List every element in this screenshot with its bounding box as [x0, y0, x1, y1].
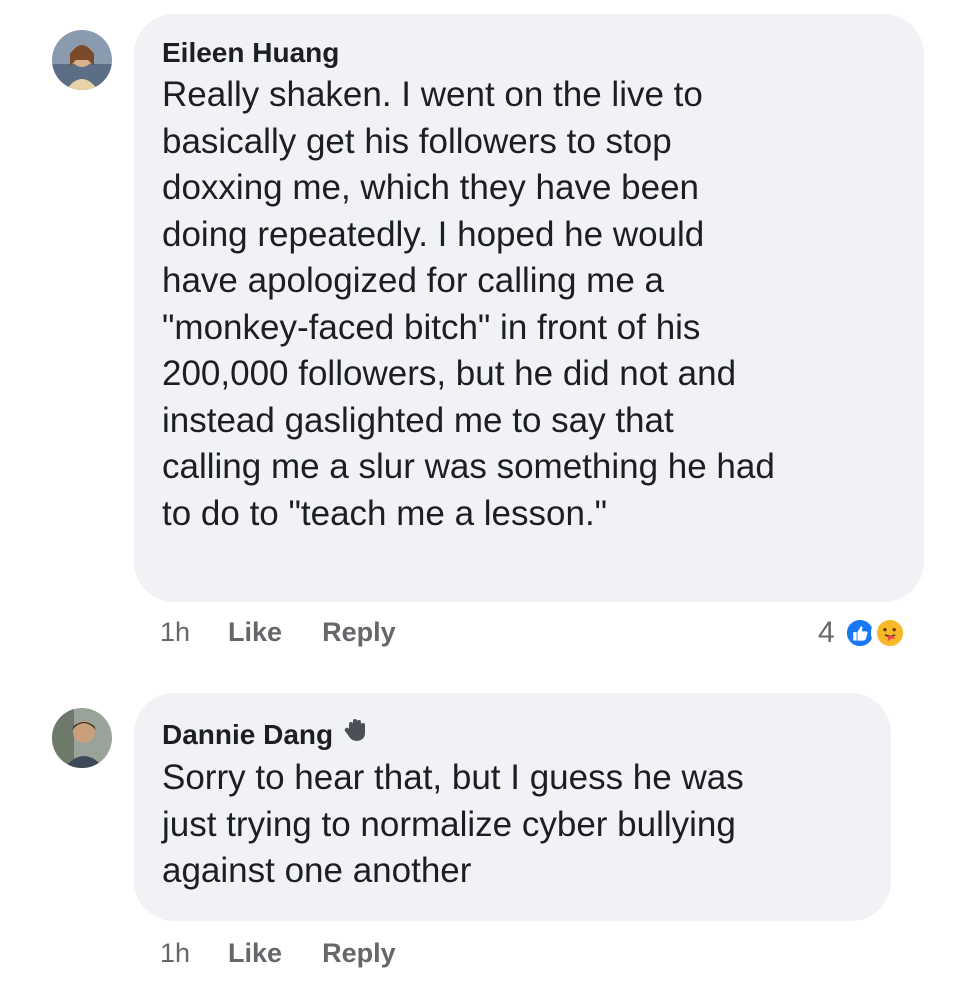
avatar-photo-icon: [52, 30, 112, 90]
comment-author[interactable]: Eileen Huang: [162, 36, 894, 70]
reaction-icons: [840, 614, 909, 652]
care-reaction-icon: [870, 614, 909, 652]
comment-text-line: calling me a slur was something he had: [162, 447, 775, 486]
author-name[interactable]: Eileen Huang: [162, 36, 339, 70]
comment-timestamp[interactable]: 1h: [160, 938, 190, 969]
comment-text-line: have apologized for calling me a: [162, 261, 664, 300]
comment-text: Sorry to hear that, but I guess he was j…: [162, 755, 861, 895]
comment-actions: 1h Like Reply: [160, 617, 436, 648]
reaction-summary[interactable]: 4: [818, 614, 909, 652]
comment-text-line: Sorry to hear that, but I guess he was: [162, 758, 744, 797]
comment-text-line: against one another: [162, 851, 472, 890]
comment-bubble: Dannie Dang Sorry to hear that, but I gu…: [134, 693, 891, 921]
comment-text-line: to do to "teach me a lesson.": [162, 493, 608, 533]
raised-hand-icon: [343, 717, 371, 753]
like-button[interactable]: Like: [228, 617, 282, 648]
comment-text-line: just trying to normalize cyber bullying: [162, 804, 736, 844]
comment-text: Really shaken. I went on the live to bas…: [162, 72, 894, 537]
author-name[interactable]: Dannie Dang: [162, 718, 333, 752]
avatar-photo-icon: [52, 708, 112, 768]
reply-button[interactable]: Reply: [322, 938, 396, 969]
comment-text-line: 200,000 followers, but he did not and: [162, 354, 737, 393]
comment-actions: 1h Like Reply: [160, 938, 436, 969]
reply-button[interactable]: Reply: [322, 617, 396, 648]
comment-text-line: doing repeatedly. I hoped he would: [162, 214, 705, 254]
like-button[interactable]: Like: [228, 938, 282, 969]
comment-author[interactable]: Dannie Dang: [162, 717, 861, 753]
reaction-count: 4: [818, 616, 835, 649]
comment-text-line: "monkey-faced bitch" in front of his: [162, 307, 701, 347]
comment-text-line: instead gaslighted me to say that: [162, 400, 674, 440]
comment-bubble: Eileen Huang Really shaken. I went on th…: [134, 14, 924, 602]
comment-text-line: basically get his followers to stop: [162, 121, 672, 161]
comment-text-line: doxxing me, which they have been: [162, 168, 699, 207]
avatar[interactable]: [52, 708, 112, 768]
avatar[interactable]: [52, 30, 112, 90]
comment-timestamp[interactable]: 1h: [160, 617, 190, 648]
comment-text-line: Really shaken. I went on the live to: [162, 75, 703, 114]
comment: Dannie Dang Sorry to hear that, but I gu…: [0, 680, 959, 991]
comment: Eileen Huang Really shaken. I went on th…: [0, 0, 959, 680]
